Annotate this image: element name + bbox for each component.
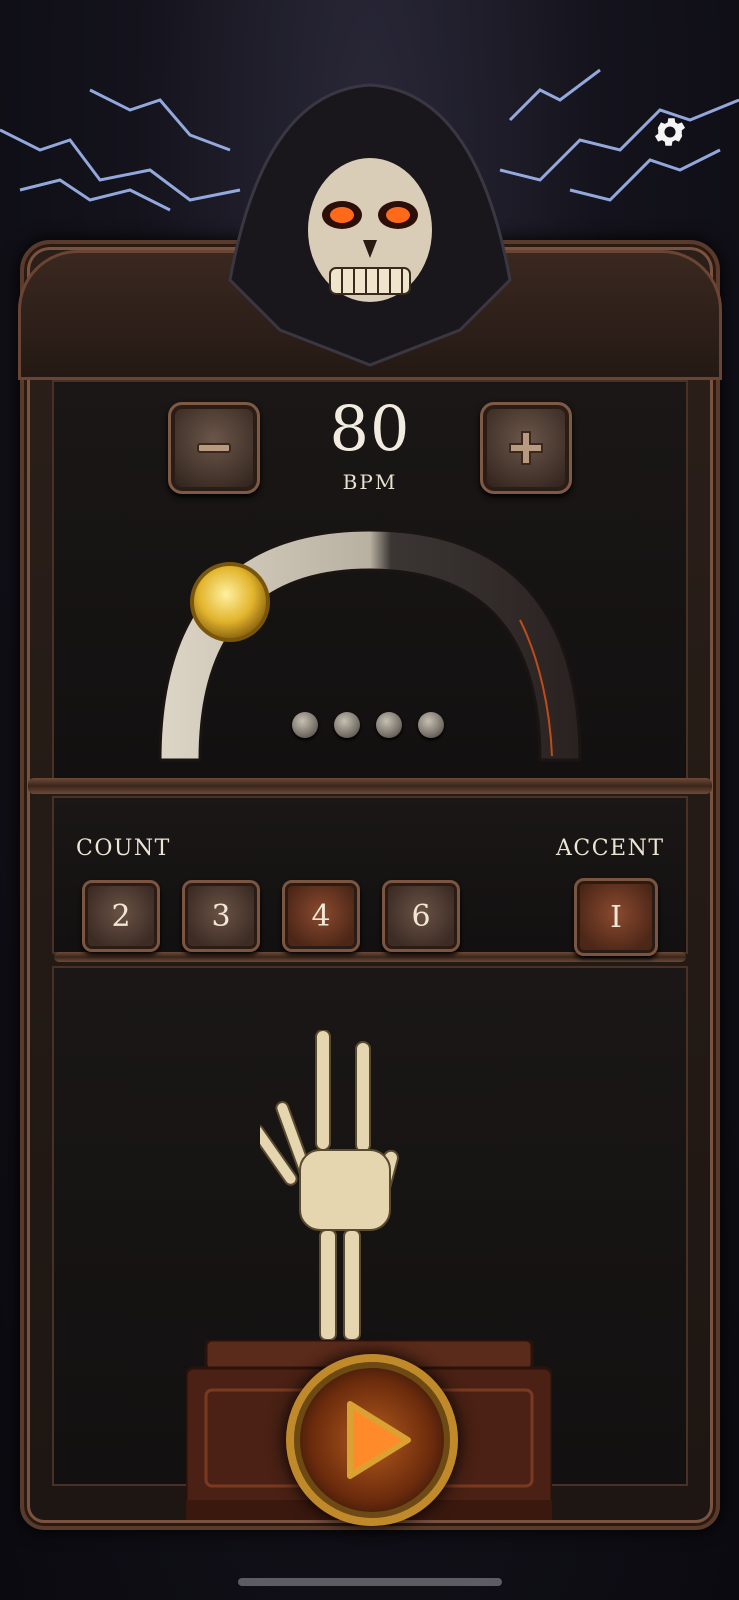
count-option-4[interactable]: 4 — [282, 880, 360, 952]
skeleton-hand-icon — [260, 1030, 399, 1340]
decrease-bpm-button[interactable] — [168, 402, 260, 494]
accent-label: ACCENT — [556, 836, 665, 861]
increase-bpm-button[interactable] — [480, 402, 572, 494]
frame-divider — [28, 778, 712, 794]
beat-dot — [418, 712, 444, 738]
count-option-3[interactable]: 3 — [182, 880, 260, 952]
beat-dot — [334, 712, 360, 738]
pendulum-coin[interactable] — [190, 562, 270, 642]
count-option-2[interactable]: 2 — [82, 880, 160, 952]
home-indicator — [238, 1578, 502, 1586]
reaper-skull-icon — [228, 83, 512, 367]
play-button[interactable] — [286, 1354, 458, 1526]
play-icon — [347, 1401, 411, 1479]
beat-dot — [376, 712, 402, 738]
count-label: COUNT — [76, 836, 171, 861]
bpm-value: 80 — [329, 392, 411, 465]
beat-dot — [292, 712, 318, 738]
minus-icon — [197, 443, 231, 453]
accent-button[interactable]: I — [574, 878, 658, 956]
tempo-arch — [158, 528, 582, 762]
beat-indicators — [292, 712, 444, 738]
plus-icon — [509, 431, 543, 465]
count-option-6[interactable]: 6 — [382, 880, 460, 952]
settings-button[interactable] — [648, 110, 692, 154]
gear-icon — [654, 118, 686, 146]
bpm-label: BPM — [342, 470, 398, 494]
